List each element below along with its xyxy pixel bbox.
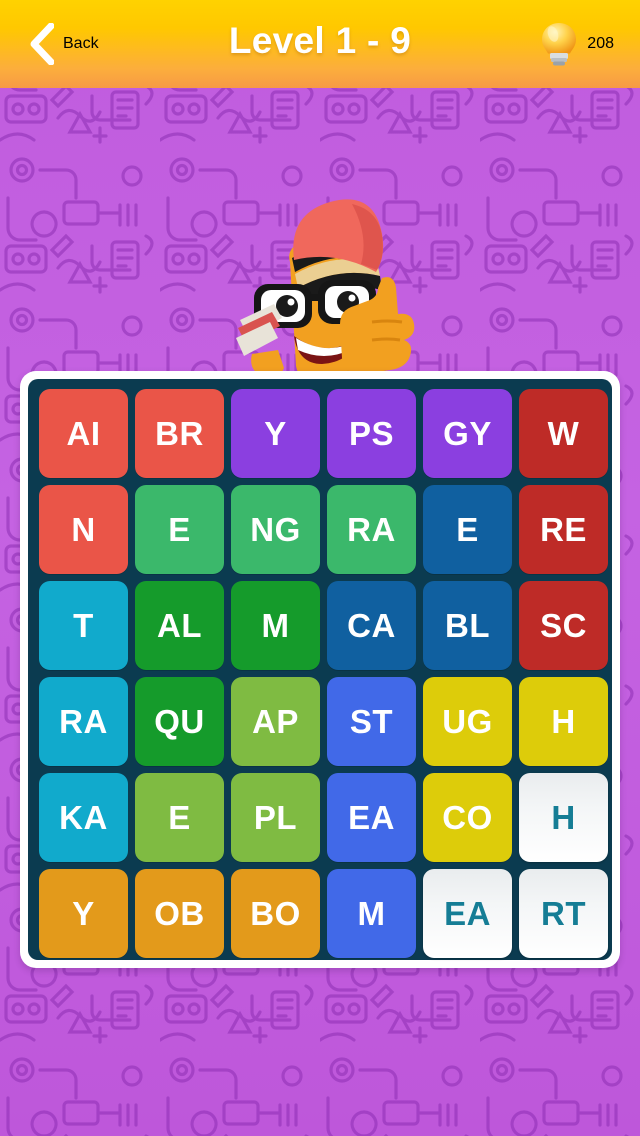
letter-tile[interactable]: PL — [231, 773, 320, 862]
letter-tile[interactable]: E — [135, 485, 224, 574]
letter-tile[interactable]: N — [39, 485, 128, 574]
letter-tile[interactable]: CO — [423, 773, 512, 862]
letter-tile[interactable]: RE — [519, 485, 608, 574]
letter-tile[interactable]: KA — [39, 773, 128, 862]
letter-tile[interactable]: Y — [39, 869, 128, 958]
letter-tile[interactable]: AL — [135, 581, 224, 670]
letter-tile[interactable]: H — [519, 773, 608, 862]
letter-tile[interactable]: OB — [135, 869, 224, 958]
game-screen: AI BR Y PS GY W N E NG RA E RE T AL M CA BL SC RA QU AP ST UG H… — [0, 0, 640, 1136]
letter-tile[interactable]: E — [135, 773, 224, 862]
letter-tile[interactable]: W — [519, 389, 608, 478]
letter-tile[interactable]: RT — [519, 869, 608, 958]
letter-tile[interactable]: EA — [327, 773, 416, 862]
pencil-character-mascot — [236, 199, 415, 383]
letter-tile[interactable]: QU — [135, 677, 224, 766]
letter-tile[interactable]: BR — [135, 389, 224, 478]
letter-tile[interactable]: UG — [423, 677, 512, 766]
letter-tile[interactable]: AI — [39, 389, 128, 478]
letter-tile[interactable]: T — [39, 581, 128, 670]
letter-tile[interactable]: BL — [423, 581, 512, 670]
letter-tile[interactable]: CA — [327, 581, 416, 670]
board-inner: AI BR Y PS GY W N E NG RA E RE T AL M CA BL SC RA QU AP ST UG H… — [28, 379, 612, 960]
hint-count: 208 — [587, 35, 614, 52]
hint-counter[interactable]: 208 — [539, 14, 614, 74]
letter-board: AI BR Y PS GY W N E NG RA E RE T AL M CA BL SC RA QU AP ST UG H… — [20, 371, 620, 968]
letter-tile[interactable]: M — [231, 581, 320, 670]
header-bar: Back Level 1 - 9 208 — [0, 0, 640, 88]
letter-tile[interactable]: ST — [327, 677, 416, 766]
letter-tile[interactable]: EA — [423, 869, 512, 958]
letter-tile[interactable]: H — [519, 677, 608, 766]
letter-tile[interactable]: AP — [231, 677, 320, 766]
lightbulb-icon — [542, 23, 577, 66]
letter-tile[interactable]: M — [327, 869, 416, 958]
letter-tile[interactable]: SC — [519, 581, 608, 670]
tile-grid: AI BR Y PS GY W N E NG RA E RE T AL M CA BL SC RA QU AP ST UG H… — [39, 389, 608, 958]
letter-tile[interactable]: Y — [231, 389, 320, 478]
letter-tile[interactable]: E — [423, 485, 512, 574]
letter-tile[interactable]: GY — [423, 389, 512, 478]
letter-tile[interactable]: RA — [327, 485, 416, 574]
letter-tile[interactable]: PS — [327, 389, 416, 478]
letter-tile[interactable]: NG — [231, 485, 320, 574]
letter-tile[interactable]: RA — [39, 677, 128, 766]
letter-tile[interactable]: BO — [231, 869, 320, 958]
